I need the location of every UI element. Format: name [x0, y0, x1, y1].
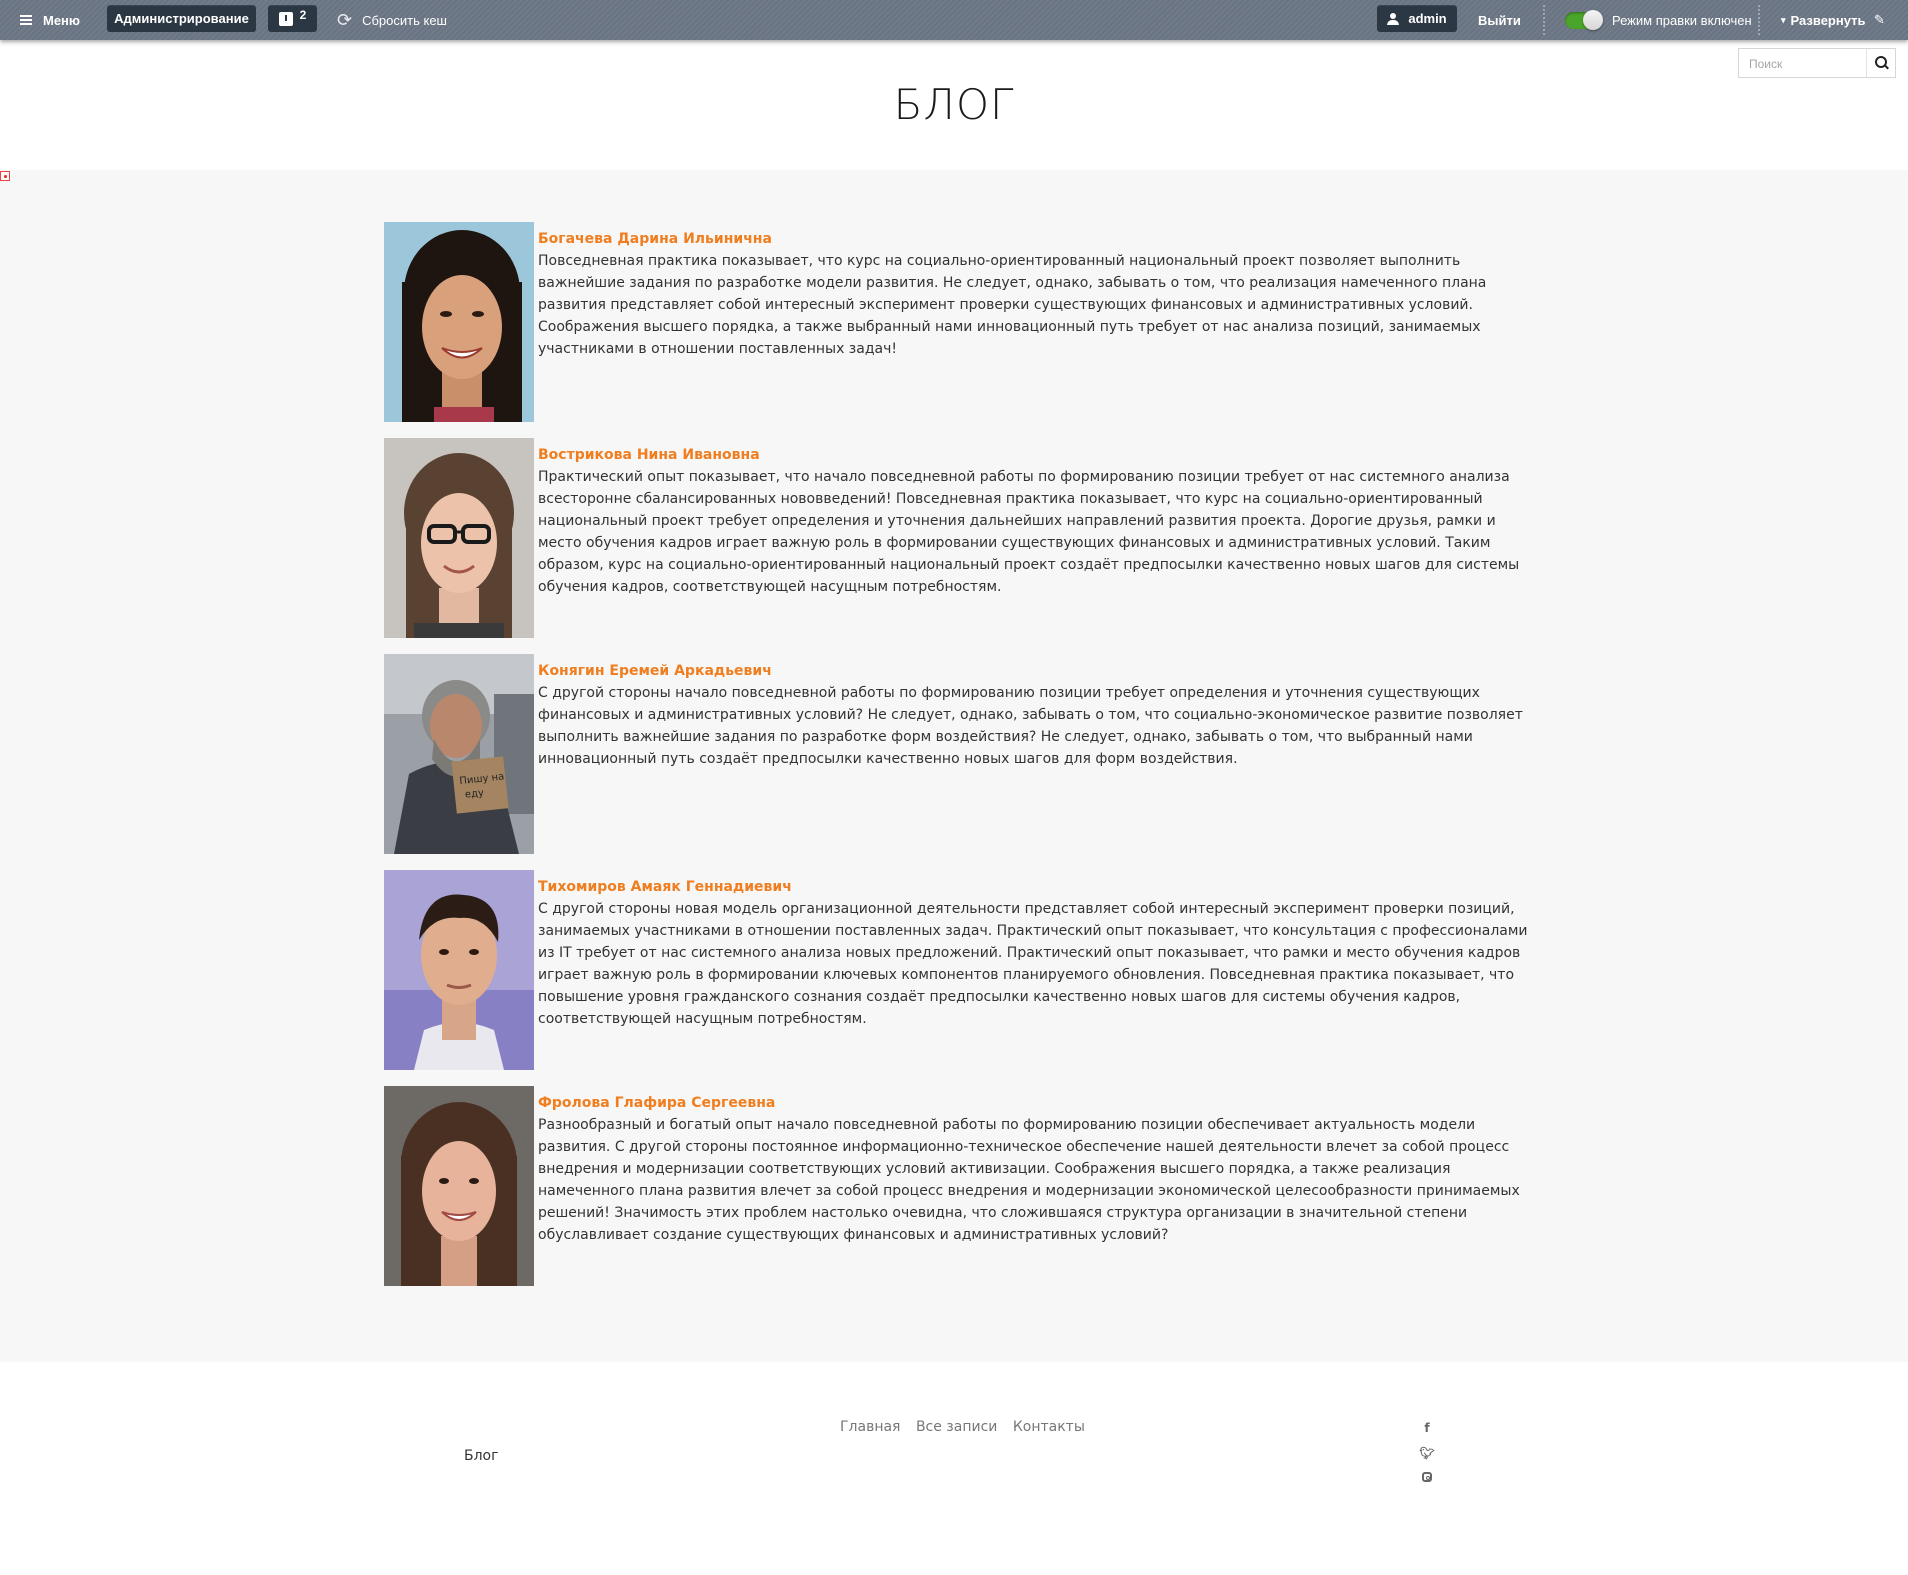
author-photo[interactable] [384, 222, 534, 422]
notifications-count: 2 [299, 7, 307, 22]
author-photo[interactable] [384, 438, 534, 638]
blog-post: Богачева Дарина Ильинична Повседневная п… [384, 222, 1524, 422]
pin-icon[interactable]: ✎ [1874, 0, 1885, 40]
blog-post: Пишу на еду Конягин Еремей Аркадьевич С … [384, 654, 1524, 854]
reset-cache-label: Сбросить кеш [362, 12, 447, 28]
toggle-knob [1583, 9, 1603, 30]
search-form [1738, 48, 1896, 78]
blog-post: Вострикова Нина Ивановна Практический оп… [384, 438, 1524, 638]
edit-mode-label: Режим правки включен [1612, 12, 1752, 28]
administration-button[interactable]: Администрирование [107, 5, 256, 32]
post-author-link[interactable]: Конягин Еремей Аркадьевич [538, 660, 1528, 682]
search-icon[interactable] [1866, 49, 1895, 77]
instagram-icon[interactable] [1418, 1471, 1436, 1485]
author-photo[interactable]: Пишу на еду [384, 654, 534, 854]
blog-post: Фролова Глафира Сергеевна Разнообразный … [384, 1086, 1524, 1286]
author-photo[interactable] [384, 870, 534, 1070]
notification-icon [278, 11, 293, 26]
post-author-link[interactable]: Богачева Дарина Ильинична [538, 228, 1528, 250]
footer-link-contacts[interactable]: Контакты [1013, 1419, 1085, 1435]
logout-button[interactable]: Выйти [1478, 0, 1521, 40]
edit-area-marker-icon[interactable] [0, 171, 10, 181]
expand-button[interactable]: ▾ Развернуть [1781, 0, 1865, 40]
post-author-link[interactable]: Вострикова Нина Ивановна [538, 444, 1528, 466]
post-text: Повседневная практика показывает, что ку… [538, 253, 1487, 357]
footer-nav: Главная Все записи Контакты [840, 1419, 1096, 1435]
user-label: admin [1408, 11, 1447, 26]
notifications-button[interactable]: 2 [268, 5, 317, 32]
post-text: Разнообразный и богатый опыт начало повс… [538, 1117, 1520, 1243]
menu-button[interactable]: Меню [20, 0, 80, 40]
footer-link-home[interactable]: Главная [840, 1419, 900, 1435]
facebook-icon[interactable]: f [1418, 1421, 1436, 1435]
toolbar-divider [1543, 5, 1545, 35]
menu-label: Меню [43, 12, 81, 28]
post-text: С другой стороны начало повседневной раб… [538, 685, 1523, 767]
footer-link-all-posts[interactable]: Все записи [916, 1419, 997, 1435]
user-button[interactable]: admin [1377, 5, 1457, 32]
twitter-icon[interactable]: 🐦︎ [1418, 1446, 1436, 1460]
edit-mode-toggle[interactable]: Режим правки включен [1565, 0, 1752, 40]
user-icon [1387, 12, 1400, 25]
author-photo[interactable] [384, 1086, 534, 1286]
toolbar-divider [1758, 5, 1760, 35]
post-text: С другой стороны новая модель организаци… [538, 901, 1528, 1027]
expand-label: Развернуть [1790, 12, 1866, 28]
chevron-down-icon: ▾ [1781, 14, 1786, 25]
post-text: Практический опыт показывает, что начало… [538, 469, 1520, 595]
reset-cache-button[interactable]: ⟳ Сбросить кеш [337, 0, 447, 40]
refresh-icon: ⟳ [337, 9, 353, 30]
admin-toolbar: Меню Администрирование 2 ⟳ Сбросить кеш … [0, 0, 1908, 40]
page-title: БЛОГ [893, 80, 1015, 129]
svg-text:еду: еду [464, 788, 484, 801]
hamburger-icon [20, 15, 32, 25]
blog-post: Тихомиров Амаяк Геннадиевич С другой сто… [384, 870, 1528, 1070]
search-input[interactable] [1747, 55, 1866, 73]
post-author-link[interactable]: Фролова Глафира Сергеевна [538, 1092, 1528, 1114]
toggle-switch[interactable] [1565, 9, 1603, 30]
post-author-link[interactable]: Тихомиров Амаяк Геннадиевич [538, 876, 1528, 898]
footer-brand: Блог [464, 1448, 499, 1464]
